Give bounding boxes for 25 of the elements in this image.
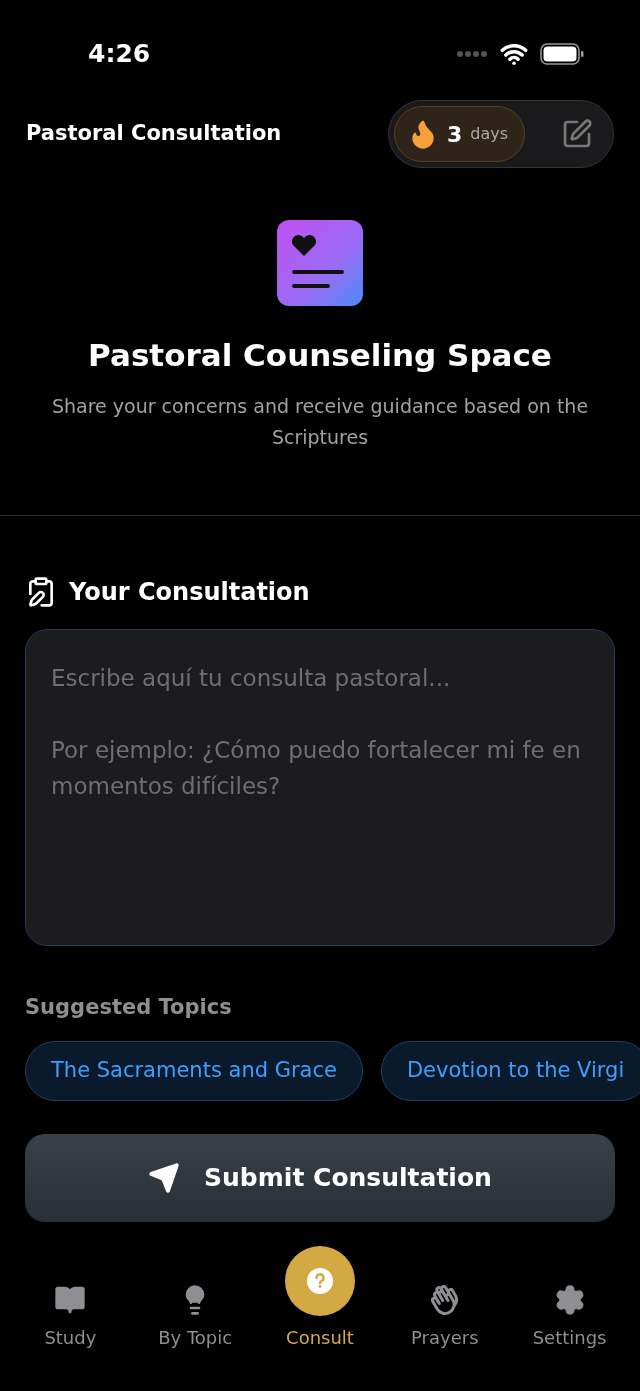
streak-unit: days <box>470 123 508 145</box>
tab-item[interactable]: Settings <box>514 1284 625 1351</box>
hero-title: Pastoral Counseling Space <box>88 336 552 375</box>
battery-icon <box>540 43 584 65</box>
consultation-input[interactable]: Escribe aquí tu consulta pastoral... Por ejemplo: ¿Cómo puedo fortalecer mi fe en momentos difíciles? <box>25 628 615 946</box>
tab-item[interactable]: Study <box>15 1284 126 1351</box>
tab-item[interactable]: By Topic <box>140 1284 251 1351</box>
submit-button[interactable]: Submit Consultation <box>25 1134 615 1222</box>
tab-item[interactable]: Consult <box>265 1246 375 1351</box>
page-title: Pastoral Consultation <box>26 120 282 148</box>
hero-subtitle: Share your concerns and receive guidance based on the Scriptures <box>50 393 590 450</box>
suggested-heading: Suggested Topics <box>25 993 233 1021</box>
edit-icon[interactable] <box>561 118 593 150</box>
book-icon <box>54 1284 87 1316</box>
pastoral-card-icon <box>277 220 363 306</box>
send-icon <box>148 1162 181 1194</box>
clapping-hands-icon <box>428 1284 461 1316</box>
signal-icon <box>456 50 488 58</box>
tab-item[interactable]: Prayers <box>389 1284 500 1351</box>
streak-badge[interactable]: 3 days <box>393 106 525 162</box>
streak-count: 3 <box>446 120 463 149</box>
topic-chip[interactable]: The Sacraments and Grace <box>25 1041 363 1101</box>
topic-chip[interactable]: Devotion to the Virgi <box>380 1041 640 1101</box>
section-heading: Your Consultation <box>69 576 310 608</box>
status-time: 4:26 <box>88 38 151 71</box>
